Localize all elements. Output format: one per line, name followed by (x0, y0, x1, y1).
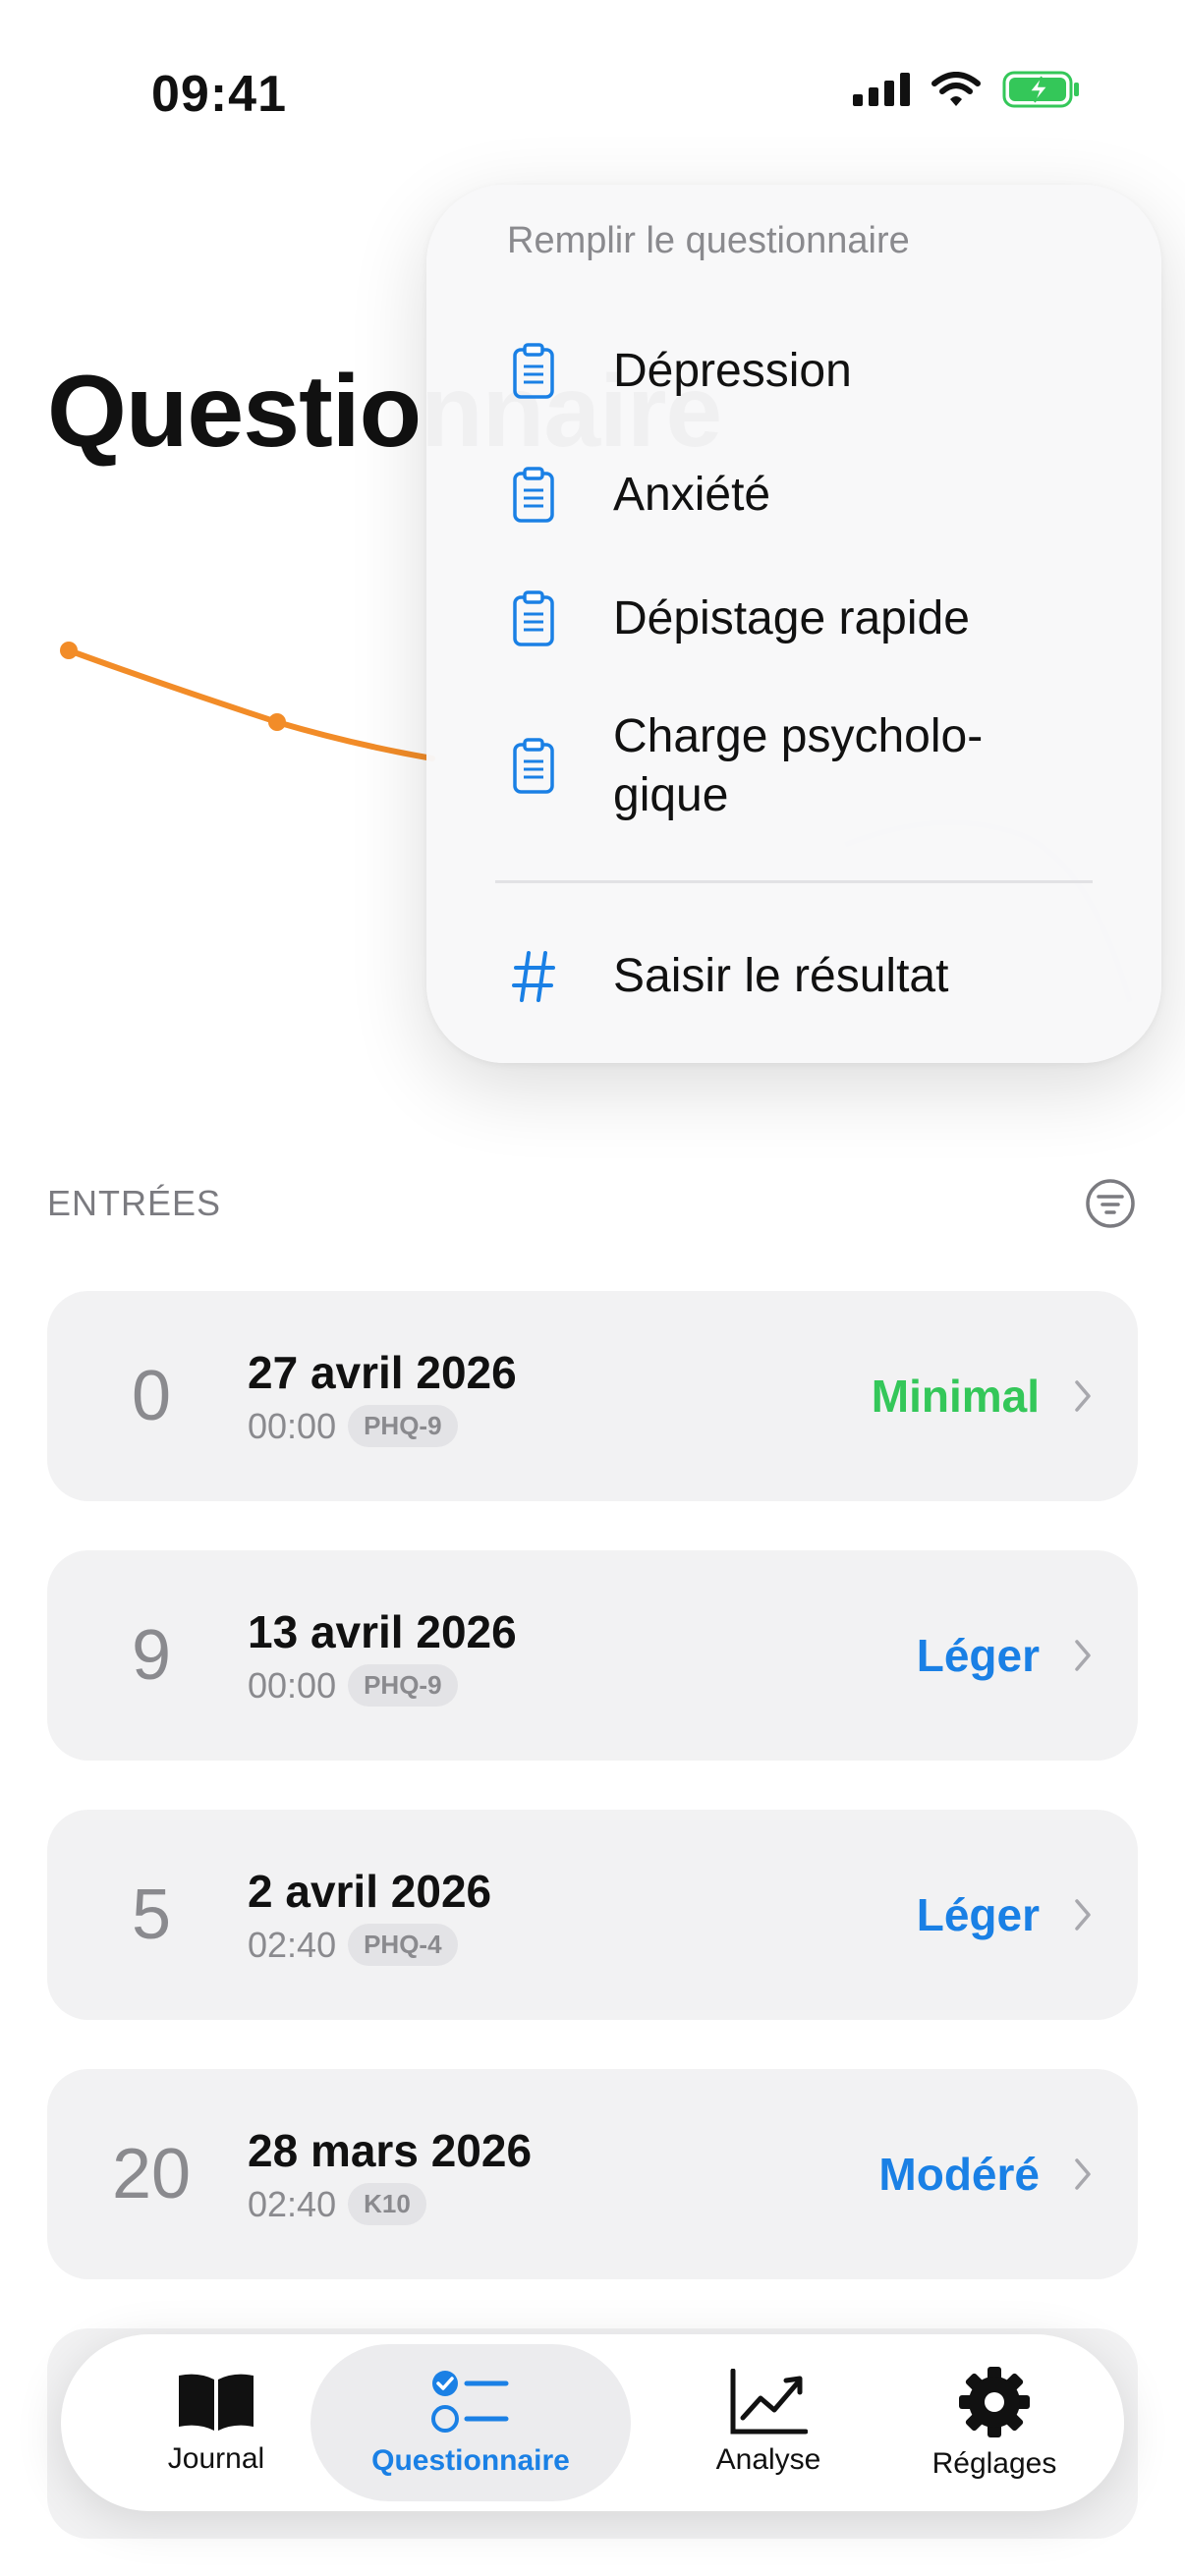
trend-line (66, 647, 435, 761)
tab-bar: Journal Questionnaire Analyse Réglages (61, 2334, 1124, 2511)
tab-settings[interactable]: Réglages (876, 2344, 1112, 2501)
menu-item-psychological-load[interactable]: Charge psycholo- gique (426, 698, 1161, 835)
tab-label: Analyse (715, 2443, 821, 2476)
signal-icon (853, 73, 910, 106)
chart-icon (730, 2369, 808, 2435)
battery-charging-icon (1002, 71, 1079, 108)
menu-item-label: Saisir le résultat (613, 950, 949, 1002)
wifi-icon (931, 72, 981, 106)
chevron-right-icon (1073, 2069, 1093, 2279)
checklist-icon (431, 2371, 509, 2433)
entry-score: 5 (131, 1876, 172, 1954)
questionnaire-menu: Remplir le questionnaire Dépression Anxi… (426, 185, 1161, 1063)
entry-time: 00:00 (248, 1405, 337, 1446)
menu-item-anxiety[interactable]: Anxiété (426, 456, 1161, 534)
filter-button[interactable] (1083, 1176, 1138, 1231)
clipboard-icon (509, 588, 558, 650)
tab-analyse[interactable]: Analyse (650, 2344, 886, 2501)
clipboard-icon (509, 735, 558, 798)
hash-icon (509, 945, 558, 1008)
menu-item-quick-screening[interactable]: Dépistage rapide (426, 580, 1161, 658)
chevron-right-icon (1073, 1810, 1093, 2020)
trend-point (268, 713, 286, 731)
entry-badge: K10 (348, 2183, 426, 2225)
menu-item-label: Anxiété (613, 469, 771, 521)
entries-title: ENTRÉES (47, 1183, 222, 1223)
entry-time: 02:40 (248, 2183, 337, 2224)
tab-journal[interactable]: Journal (88, 2344, 344, 2501)
trend-point (60, 642, 78, 659)
menu-item-label: Dépression (613, 345, 852, 397)
entry-row[interactable]: 5 2 avril 2026 02:40 PHQ-4 Léger (47, 1810, 1138, 2020)
entry-date: 2 avril 2026 (248, 1866, 492, 1917)
clipboard-icon (509, 340, 558, 403)
entry-score: 9 (131, 1616, 172, 1695)
entry-severity: Léger (916, 1630, 1040, 1681)
tab-label: Réglages (931, 2447, 1057, 2480)
status-icons (853, 71, 1081, 108)
entry-severity: Léger (916, 1889, 1040, 1940)
entry-time: 00:00 (248, 1664, 337, 1706)
entry-score: 0 (131, 1357, 172, 1435)
filter-icon (1086, 1179, 1135, 1228)
menu-item-label-line2: gique (613, 769, 729, 821)
clipboard-icon (509, 464, 558, 527)
entry-row[interactable]: 20 28 mars 2026 02:40 K10 Modéré (47, 2069, 1138, 2279)
chevron-right-icon (1073, 1291, 1093, 1501)
menu-header: Remplir le questionnaire (507, 220, 910, 261)
entry-date: 13 avril 2026 (248, 1606, 517, 1657)
book-icon (179, 2374, 254, 2431)
entry-badge: PHQ-9 (348, 1405, 458, 1447)
entry-date: 27 avril 2026 (248, 1347, 517, 1398)
entry-badge: PHQ-9 (348, 1664, 458, 1707)
entry-badge: PHQ-4 (348, 1924, 458, 1966)
entry-meta: 00:00 PHQ-9 (248, 1405, 458, 1447)
chevron-right-icon (1073, 1550, 1093, 1761)
tab-label: Journal (167, 2442, 265, 2475)
entry-severity: Minimal (871, 1371, 1040, 1422)
entries-header: ENTRÉES (47, 1179, 1138, 1228)
tab-label: Questionnaire (371, 2444, 570, 2477)
entry-meta: 00:00 PHQ-9 (248, 1664, 458, 1707)
entry-severity: Modéré (878, 2149, 1040, 2200)
tab-questionnaire[interactable]: Questionnaire (310, 2344, 631, 2501)
entry-meta: 02:40 PHQ-4 (248, 1924, 458, 1966)
status-time: 09:41 (151, 66, 287, 123)
entry-meta: 02:40 K10 (248, 2183, 426, 2225)
menu-item-enter-result[interactable]: Saisir le résultat (426, 937, 1161, 1016)
entry-row[interactable]: 0 27 avril 2026 00:00 PHQ-9 Minimal (47, 1291, 1138, 1501)
menu-item-depression[interactable]: Dépression (426, 332, 1161, 411)
menu-divider (495, 880, 1093, 883)
entry-row[interactable]: 9 13 avril 2026 00:00 PHQ-9 Léger (47, 1550, 1138, 1761)
menu-item-label-line1: Charge psycholo- (613, 710, 984, 762)
gear-icon (959, 2367, 1030, 2437)
entry-score: 20 (111, 2135, 192, 2213)
entry-time: 02:40 (248, 1924, 337, 1965)
menu-item-label: Dépistage rapide (613, 592, 970, 644)
entry-date: 28 mars 2026 (248, 2125, 533, 2176)
menu-item-label: Charge psycholo- gique (613, 707, 983, 825)
